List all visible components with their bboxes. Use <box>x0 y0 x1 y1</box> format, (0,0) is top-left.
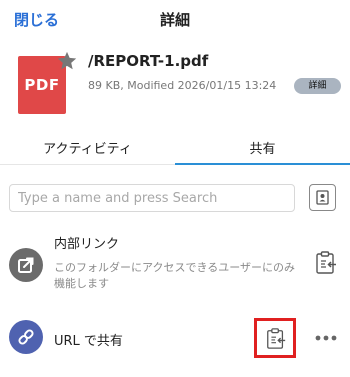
internal-link-description: このフォルダーにアクセスできるユーザーにのみ機能します <box>54 261 296 290</box>
page-title: 詳細 <box>159 11 190 29</box>
copy-url-button[interactable] <box>254 318 296 358</box>
file-type-label: PDF <box>24 76 60 94</box>
internal-link-title: 内部リンク <box>54 237 120 252</box>
contact-icon <box>316 190 329 205</box>
internal-link-icon <box>9 248 43 282</box>
file-meta: 89 KB, Modified 2026/01/15 13:24 <box>88 79 277 92</box>
search-input[interactable] <box>9 184 295 212</box>
tab-activity[interactable]: アクティビティ <box>0 138 175 157</box>
tab-active-indicator <box>175 163 350 165</box>
details-button[interactable]: 詳細 <box>294 78 341 94</box>
url-share-label: URL で共有 <box>54 334 123 349</box>
contact-picker-button[interactable] <box>309 184 336 211</box>
copy-url-icon <box>267 328 286 349</box>
url-share-icon <box>9 320 43 354</box>
star-icon[interactable] <box>56 50 78 72</box>
copy-link-icon[interactable] <box>314 250 338 276</box>
more-options-icon[interactable] <box>315 335 337 341</box>
tab-share[interactable]: 共有 <box>175 138 350 157</box>
file-name: /REPORT-1.pdf <box>88 52 209 70</box>
